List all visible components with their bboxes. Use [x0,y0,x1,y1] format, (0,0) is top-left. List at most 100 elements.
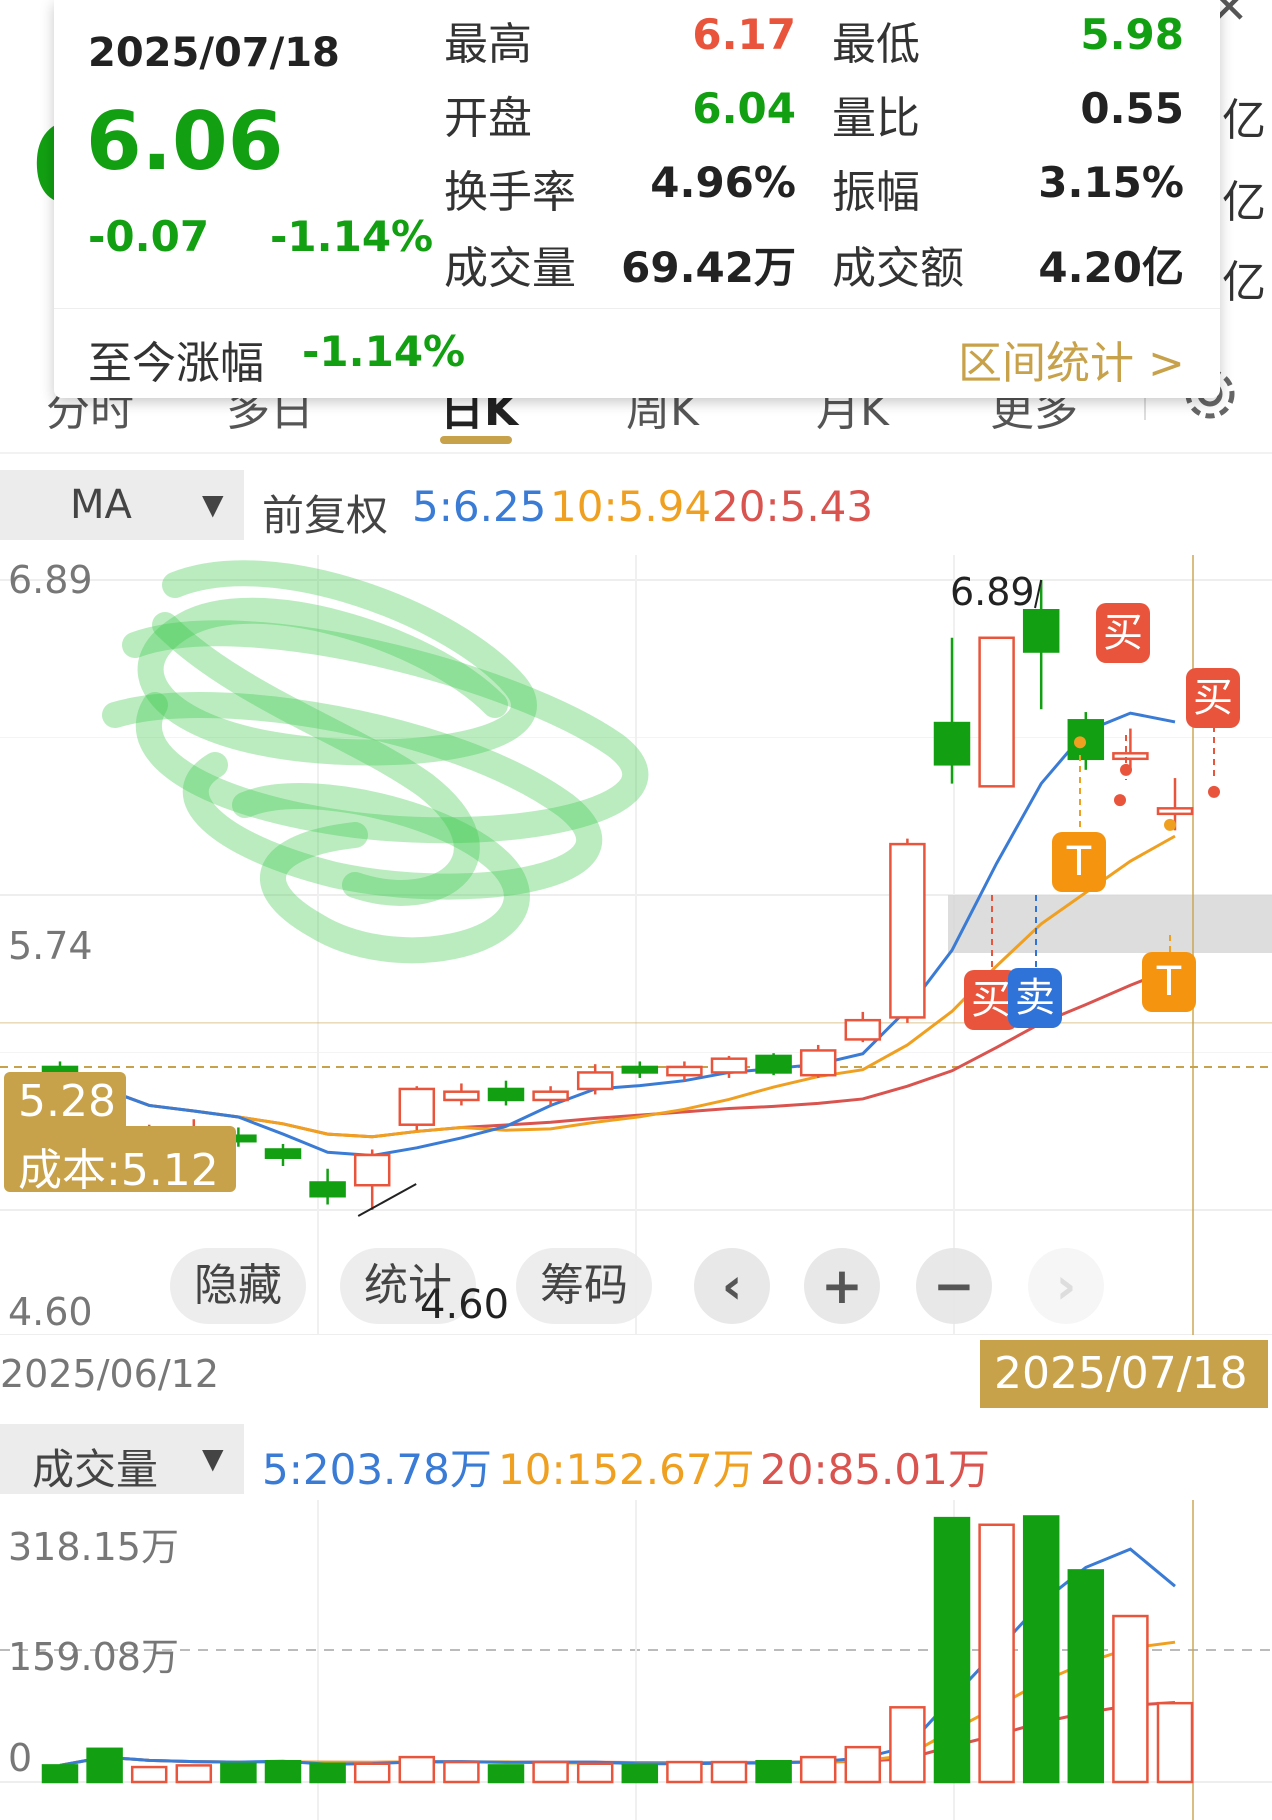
candle-body [487,1087,525,1102]
candle-body [755,1054,792,1074]
stat-value-high: 6.17 [692,10,796,59]
selected-date-tag: 2025/07/18 [980,1340,1268,1408]
candle-body [1022,609,1060,653]
chips-button[interactable]: 筹码 [516,1248,652,1324]
stat-label: 振幅 [832,167,920,218]
price-axis-top: 6.89 [8,558,93,602]
popup-date: 2025/07/18 [88,30,340,76]
stat-value-volume-ratio: 0.55 [1080,84,1184,133]
sell-marker[interactable]: 卖 [1008,968,1062,1028]
volume-bar [264,1760,302,1784]
hide-button[interactable]: 隐藏 [170,1248,306,1324]
dropdown-triangle-icon: ▼ [202,1442,224,1475]
volume-axis-top: 318.15万 [8,1525,179,1569]
dropdown-triangle-icon: ▼ [202,488,224,521]
since-change-label: 至今涨幅 [88,338,264,389]
t-marker[interactable]: T [1052,832,1106,892]
cost-price-tag: 成本:5.12 [4,1126,236,1196]
background-unit-label: 亿 [1222,257,1266,308]
current-price-tag-text: 5.28 [18,1076,116,1127]
buy-marker[interactable]: 买 [1186,668,1240,728]
background-unit-label: 亿 [1222,95,1266,146]
candle-body [532,1090,569,1102]
vol-ma10-value: 10:152.67万 [498,1445,755,1494]
volume-bar [621,1764,659,1784]
tabs-separator [0,452,1272,454]
highlight-band [948,895,1272,953]
price-axis-mid: 5.74 [8,924,93,968]
period-tabs: 分时 多日 日K 周K 月K 更多 [0,364,1272,454]
stat-value-amplitude: 3.15% [1038,158,1184,207]
volume-bar [532,1760,569,1784]
volume-bar [175,1764,213,1784]
stat-label: 成交额 [832,243,964,294]
volume-bar [86,1747,123,1784]
ma5-value: 5:6.25 [412,482,547,531]
current-price-tag: 5.28 [4,1072,126,1132]
candle-body [710,1057,748,1074]
volume-bar [844,1745,882,1784]
start-date-label: 2025/06/12 [0,1352,220,1396]
candle-body [889,842,926,1019]
stat-label: 成交量 [444,243,576,294]
candle-body [1067,719,1105,761]
volume-bar [666,1760,703,1784]
interval-stats-link[interactable]: 区间统计 > [958,327,1185,391]
volume-bar [353,1762,391,1784]
popup-change-pct: -1.14% [270,212,434,261]
stat-label: 最高 [444,19,532,70]
volume-bar [576,1762,614,1784]
volume-indicator-select[interactable]: 成交量 ▼ [0,1424,244,1494]
volume-bar [933,1516,971,1784]
signal-dot [1074,736,1086,749]
candle-body [844,1018,882,1041]
price-axis-bottom: 4.60 [8,1290,93,1334]
ma-indicator-select[interactable]: MA ▼ [0,470,244,540]
ma-select-label: MA [70,482,132,528]
candle-body [933,721,971,766]
stat-label: 换手率 [444,167,576,218]
vol-ma20-value: 20:85.01万 [760,1445,990,1494]
volume-bar [1067,1569,1105,1784]
stat-label: 量比 [832,93,920,144]
ma10-value: 10:5.94 [550,482,712,531]
zoom-in-plus-icon[interactable]: + [804,1248,880,1324]
volume-bar [220,1762,257,1784]
stat-value-amount: 4.20亿 [1038,243,1184,292]
volume-select-label: 成交量 [32,1445,159,1494]
stat-value-open: 6.04 [692,84,796,133]
t-marker[interactable]: T [1142,952,1196,1012]
volume-bar [309,1762,346,1784]
since-change-value: -1.14% [302,327,466,376]
zoom-out-minus-icon[interactable]: − [916,1248,992,1324]
candle-body [353,1153,391,1187]
chevron-left-icon[interactable]: ‹ [694,1248,770,1324]
volume-bar [398,1755,436,1784]
price-adjust-label[interactable]: 前复权 [262,482,388,543]
candle-body [799,1049,837,1077]
popup-footer: 至今涨幅 -1.14% 区间统计 > [54,308,1220,399]
background-unit-label: 亿 [1222,177,1266,228]
buy-marker[interactable]: 买 [1096,603,1150,663]
volume-bar [710,1760,748,1784]
volume-chart[interactable] [0,1500,1272,1820]
candle-body [443,1090,480,1102]
volume-bar [755,1760,792,1784]
chevron-right-icon[interactable]: › [1028,1248,1104,1324]
volume-bar [487,1764,525,1784]
candle-body [398,1087,436,1126]
stat-label: 开盘 [444,93,532,144]
stat-value-low: 5.98 [1080,10,1184,59]
popup-change: -0.07 [88,212,210,261]
volume-bar [41,1764,79,1784]
candle-body [1156,807,1194,816]
volume-bar [443,1760,480,1784]
candle-body [264,1148,302,1159]
candle-body [978,636,1015,788]
candle-body [309,1181,346,1198]
volume-indicator-bar: 成交量 ▼ 5:203.78万 10:152.67万 20:85.01万 [0,1424,1272,1494]
candle-body [666,1065,703,1077]
stat-value-turnover: 4.96% [650,158,796,207]
signal-dot [1208,785,1220,798]
day-detail-popup: 2025/07/18 6.06 -0.07 -1.14% 最高 6.17 最低 … [54,0,1220,398]
